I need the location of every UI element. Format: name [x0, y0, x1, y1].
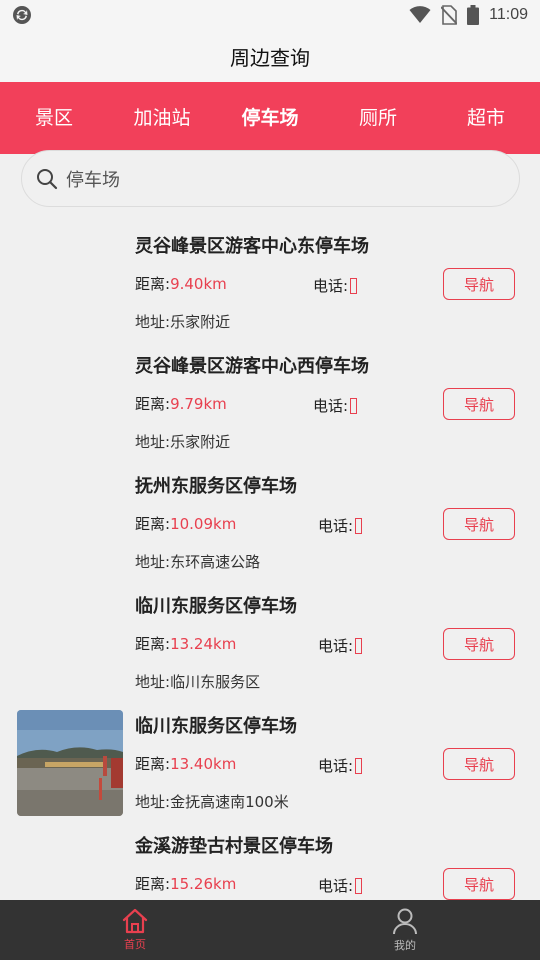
phone-value[interactable]: [355, 638, 363, 654]
list-item[interactable]: 灵谷峰景区游客中心西停车场 距离:9.79km 电话: 导航 地址:乐家附近: [0, 342, 540, 462]
search-input[interactable]: [66, 168, 466, 189]
search-bar[interactable]: [21, 150, 520, 207]
distance-value: 15.26km: [170, 875, 237, 893]
home-icon: [122, 908, 148, 934]
list-item[interactable]: 金溪游垫古村景区停车场 距离:15.26km 电话: 导航: [0, 822, 540, 900]
list-item[interactable]: 抚州东服务区停车场 距离:10.09km 电话: 导航 地址:东环高速公路: [0, 462, 540, 582]
address-label: 地址:: [135, 673, 171, 691]
distance-value: 9.79km: [170, 395, 227, 413]
address-value: 金抚高速南100米: [170, 793, 289, 811]
phone-label: 电话:: [318, 637, 354, 655]
phone-label: 电话:: [318, 757, 354, 775]
item-phone: 电话:: [318, 755, 363, 776]
status-bar: 11:09: [0, 0, 540, 30]
app-header: 周边查询: [0, 30, 540, 82]
item-address: 地址:临川东服务区: [135, 671, 260, 692]
status-time: 11:09: [489, 6, 528, 23]
phone-value[interactable]: [350, 398, 358, 414]
distance-label: 距离:: [135, 875, 171, 893]
address-label: 地址:: [135, 553, 171, 571]
address-label: 地址:: [135, 433, 171, 451]
item-phone: 电话:: [313, 275, 358, 296]
phone-value[interactable]: [355, 878, 363, 894]
address-value: 乐家附近: [170, 313, 231, 331]
page-title: 周边查询: [230, 45, 310, 70]
phone-label: 电话:: [318, 517, 354, 535]
wifi-icon: [409, 6, 431, 23]
result-list: 灵谷峰景区游客中心东停车场 距离:9.40km 电话: 导航 地址:乐家附近 灵…: [0, 222, 540, 900]
distance-label: 距离:: [135, 635, 171, 653]
phone-value[interactable]: [355, 518, 363, 534]
tab-gas-station[interactable]: 加油站: [108, 82, 216, 154]
distance-value: 13.24km: [170, 635, 237, 653]
item-distance: 距离:9.79km: [135, 393, 227, 414]
address-value: 临川东服务区: [170, 673, 261, 691]
phone-label: 电话:: [318, 877, 354, 895]
sync-icon: [13, 6, 31, 24]
distance-value: 10.09km: [170, 515, 237, 533]
item-distance: 距离:10.09km: [135, 513, 236, 534]
distance-label: 距离:: [135, 275, 171, 293]
distance-value: 9.40km: [170, 275, 227, 293]
bottom-nav: 首页 我的: [0, 900, 540, 960]
address-value: 东环高速公路: [170, 553, 261, 571]
item-distance: 距离:9.40km: [135, 273, 227, 294]
distance-label: 距离:: [135, 755, 171, 773]
tab-supermarket[interactable]: 超市: [432, 82, 540, 154]
phone-value[interactable]: [350, 278, 358, 294]
navigate-button[interactable]: 导航: [443, 268, 515, 300]
address-label: 地址:: [135, 793, 171, 811]
list-item[interactable]: 临川东服务区停车场 距离:13.40km 电话: 导航 地址:金抚高速南100米: [0, 702, 540, 822]
tab-scenic[interactable]: 景区: [0, 82, 108, 154]
phone-value[interactable]: [355, 758, 363, 774]
item-name: 金溪游垫古村景区停车场: [135, 836, 333, 857]
phone-label: 电话:: [313, 277, 349, 295]
address-value: 乐家附近: [170, 433, 231, 451]
navigate-button[interactable]: 导航: [443, 628, 515, 660]
distance-label: 距离:: [135, 515, 171, 533]
item-name: 抚州东服务区停车场: [135, 476, 297, 497]
item-address: 地址:东环高速公路: [135, 551, 260, 572]
item-distance: 距离:13.40km: [135, 753, 236, 774]
navigate-button[interactable]: 导航: [443, 868, 515, 900]
navigate-button[interactable]: 导航: [443, 388, 515, 420]
distance-value: 13.40km: [170, 755, 237, 773]
battery-icon: [467, 5, 480, 25]
item-name: 灵谷峰景区游客中心西停车场: [135, 356, 369, 377]
item-phone: 电话:: [318, 515, 363, 536]
phone-label: 电话:: [313, 397, 349, 415]
bottom-nav-mine[interactable]: 我的: [270, 900, 540, 960]
bottom-nav-home-label: 首页: [124, 938, 146, 951]
no-sim-icon: [441, 5, 458, 25]
tab-toilet[interactable]: 厕所: [324, 82, 432, 154]
item-address: 地址:乐家附近: [135, 431, 230, 452]
list-item[interactable]: 灵谷峰景区游客中心东停车场 距离:9.40km 电话: 导航 地址:乐家附近: [0, 222, 540, 342]
item-phone: 电话:: [318, 875, 363, 896]
list-item[interactable]: 临川东服务区停车场 距离:13.24km 电话: 导航 地址:临川东服务区: [0, 582, 540, 702]
distance-label: 距离:: [135, 395, 171, 413]
tab-parking[interactable]: 停车场: [216, 82, 324, 154]
item-name: 临川东服务区停车场: [135, 716, 297, 737]
category-tabs: 景区 加油站 停车场 厕所 超市: [0, 82, 540, 154]
parking-lot-photo: [17, 710, 123, 816]
bottom-nav-home[interactable]: 首页: [0, 900, 270, 960]
bottom-nav-mine-label: 我的: [394, 939, 416, 952]
item-phone: 电话:: [313, 395, 358, 416]
item-address: 地址:乐家附近: [135, 311, 230, 332]
navigate-button[interactable]: 导航: [443, 508, 515, 540]
item-name: 临川东服务区停车场: [135, 596, 297, 617]
navigate-button[interactable]: 导航: [443, 748, 515, 780]
item-distance: 距离:13.24km: [135, 633, 236, 654]
item-phone: 电话:: [318, 635, 363, 656]
item-name: 灵谷峰景区游客中心东停车场: [135, 236, 369, 257]
item-address: 地址:金抚高速南100米: [135, 791, 289, 812]
address-label: 地址:: [135, 313, 171, 331]
search-icon: [37, 168, 58, 189]
item-distance: 距离:15.26km: [135, 873, 236, 894]
user-icon: [393, 908, 417, 935]
